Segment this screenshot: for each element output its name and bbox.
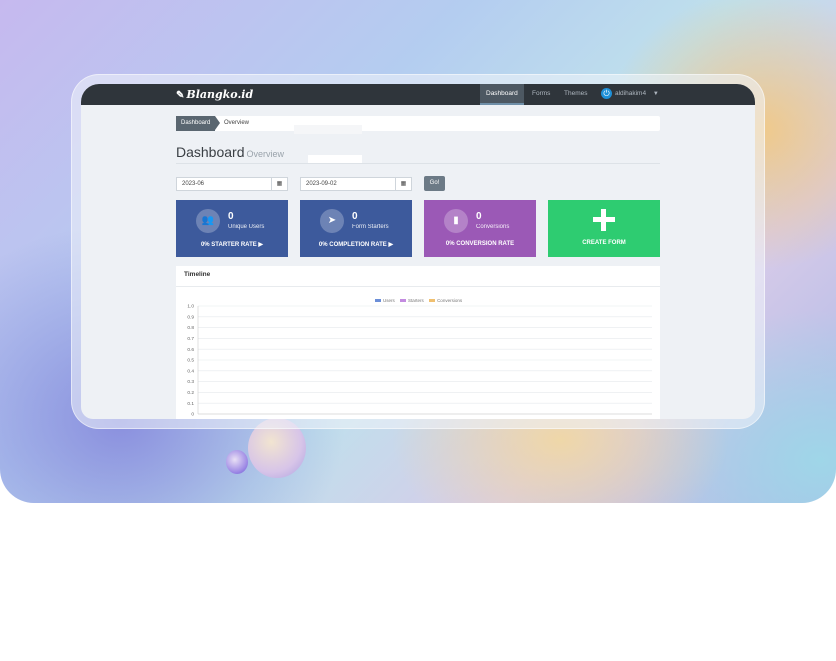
end-date-input[interactable]: 2023-09-02 ▦ [300, 177, 412, 191]
paper-plane-icon: ➤ [320, 209, 344, 233]
stat-card-users[interactable]: 👥 0 Unique Users 0% STARTER RATE ▶ [176, 200, 288, 257]
stat-card-starters[interactable]: ➤ 0 Form Starters 0% COMPLETION RATE ▶ [300, 200, 412, 257]
stat-label: Conversions [476, 224, 510, 230]
timeline-panel: Timeline Users Starters Conversions 1.0 0… [176, 266, 660, 419]
divider [176, 286, 660, 287]
y-tick-label: 0.6 [187, 347, 194, 353]
stat-value: 0 [228, 211, 234, 222]
breadcrumb: Dashboard Overview [176, 116, 660, 131]
y-tick-label: 0 [191, 412, 194, 418]
stat-rate[interactable]: 0% STARTER RATE ▶ [176, 241, 288, 248]
stat-value: 0 [352, 211, 358, 222]
breadcrumb-overview: Overview [224, 120, 250, 126]
play-icon: ▶ [258, 242, 264, 248]
edit-icon: ✎ [176, 90, 185, 101]
stat-label: Form Starters [352, 224, 389, 230]
create-form-button[interactable]: CREATE FORM [548, 200, 660, 257]
calendar-icon[interactable]: ▦ [395, 178, 411, 190]
power-icon: ⏻ [601, 87, 612, 99]
breadcrumb-dashboard[interactable]: Dashboard [176, 116, 221, 131]
chevron-down-icon: ▼ [652, 91, 659, 97]
navbar: ✎ Blangko.id Dashboard Forms Themes ⏻ aldi… [81, 84, 755, 105]
stat-card-conversions[interactable]: ▮ 0 Conversions 0% CONVERSION RATE [424, 200, 536, 257]
y-tick-label: 0.7 [187, 336, 194, 342]
timeline-title: Timeline [184, 271, 211, 278]
stat-rate[interactable]: 0% COMPLETION RATE ▶ [300, 241, 412, 248]
y-tick-label: 1.0 [187, 304, 194, 310]
bar-chart-icon: ▮ [444, 209, 468, 233]
start-date-input[interactable]: 2023-06 ▦ [176, 177, 288, 191]
y-tick-label: 0.2 [187, 390, 194, 396]
calendar-icon[interactable]: ▦ [271, 178, 287, 190]
app-screen: ✎ Blangko.id Dashboard Forms Themes ⏻ aldi… [81, 84, 755, 419]
decorative-bubble-small [226, 450, 248, 474]
create-form-label: CREATE FORM [582, 240, 626, 246]
page-title: Dashboard Overview [176, 144, 285, 160]
nav-themes[interactable]: Themes [558, 84, 593, 105]
users-icon: 👥 [196, 209, 220, 233]
nav-dashboard[interactable]: Dashboard [480, 84, 524, 105]
y-tick-label: 0.3 [187, 379, 194, 385]
user-menu[interactable]: ⏻ aldihakim4 ▼ [601, 84, 659, 105]
y-tick-label: 0.9 [187, 314, 194, 320]
y-tick-label: 0.1 [187, 401, 194, 407]
go-button[interactable]: Go! [424, 176, 445, 191]
stat-rate[interactable]: 0% CONVERSION RATE [424, 241, 536, 247]
y-tick-label: 0.5 [187, 358, 194, 364]
nav-forms[interactable]: Forms [526, 84, 556, 105]
y-tick-label: 0.4 [187, 368, 194, 374]
plus-icon [593, 209, 615, 231]
page-subtitle: Overview [246, 149, 285, 159]
timeline-chart: 1.0 0.9 0.8 0.7 0.6 0.5 0.4 0.3 0.2 0.1 0 [187, 304, 652, 418]
username: aldihakim4 [615, 90, 647, 97]
brand-logo[interactable]: ✎ Blangko.id [176, 88, 253, 101]
stat-label: Unique Users [228, 224, 265, 230]
y-tick-label: 0.8 [187, 325, 194, 331]
divider [176, 163, 660, 164]
stat-value: 0 [476, 211, 482, 222]
play-icon: ▶ [388, 242, 394, 248]
placeholder-block [294, 125, 362, 134]
